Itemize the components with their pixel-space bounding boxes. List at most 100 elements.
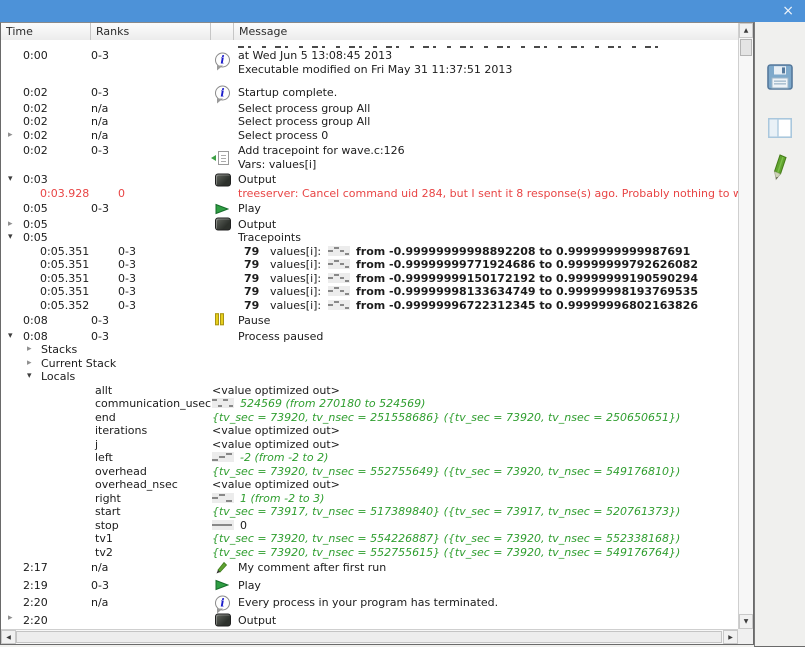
- log-row[interactable]: 0:02n/aSelect process group All: [1, 102, 738, 116]
- scroll-left-icon[interactable]: ◀: [1, 630, 16, 644]
- local-variable-value: -2 (from -2 to 2): [212, 451, 738, 465]
- output-icon: [215, 173, 231, 186]
- log-row[interactable]: 2:190-3Play: [1, 577, 738, 595]
- sparkline-icon: [328, 286, 350, 296]
- log-row[interactable]: 0:05.3510-379values[i]:from -0.999999981…: [1, 285, 738, 299]
- log-row[interactable]: 0:080-3Pause: [1, 312, 738, 330]
- logbook-window: × Time Ranks Message 0:000-3iat Wed Jun …: [0, 0, 805, 647]
- add-comment-button[interactable]: [771, 154, 789, 184]
- panel-view-button[interactable]: [768, 118, 792, 141]
- log-row[interactable]: 2:17n/aMy comment after first run: [1, 559, 738, 577]
- ranks-cell: 0-3: [118, 245, 136, 259]
- info-icon: i: [215, 52, 230, 67]
- vertical-scrollbar-thumb[interactable]: [740, 39, 752, 56]
- log-row[interactable]: 2:20n/aiEvery process in your program ha…: [1, 594, 738, 612]
- close-icon[interactable]: ×: [782, 2, 794, 20]
- log-row[interactable]: 0:05.3520-379values[i]:from -0.999999967…: [1, 299, 738, 313]
- local-variable-value: 524569 (from 270180 to 524569): [212, 397, 738, 411]
- message-cell: Output: [238, 614, 738, 628]
- message-cell: Tracepoints: [238, 231, 738, 245]
- message-cell: Select process group All: [238, 115, 738, 129]
- local-variable-value: 0: [212, 519, 738, 533]
- ranks-cell: 0-3: [91, 314, 109, 328]
- local-variable-row[interactable]: start{tv_sec = 73917, tv_nsec = 51738984…: [1, 505, 738, 519]
- comment-pencil-icon: [215, 561, 228, 575]
- expander-expanded-icon[interactable]: ▾: [8, 173, 13, 186]
- tree-node-row[interactable]: ▾ Locals: [1, 370, 738, 384]
- local-variable-row[interactable]: overhead_nsec<value optimized out>: [1, 478, 738, 492]
- local-variable-row[interactable]: stop0: [1, 519, 738, 533]
- scroll-down-icon[interactable]: ▼: [739, 614, 753, 629]
- local-variable-row[interactable]: overhead{tv_sec = 73920, tv_nsec = 55275…: [1, 465, 738, 479]
- log-row[interactable]: ▸0:02n/aSelect process 0: [1, 129, 738, 143]
- expander-collapsed-icon[interactable]: ▸: [27, 357, 32, 370]
- log-row[interactable]: ▾0:080-3Process paused: [1, 330, 738, 344]
- info-icon: i: [215, 85, 230, 100]
- local-variable-row[interactable]: right1 (from -2 to 3): [1, 492, 738, 506]
- local-variable-name: overhead_nsec: [95, 478, 178, 492]
- column-header-ranks[interactable]: Ranks: [91, 23, 211, 40]
- log-row[interactable]: 0:050-3Play: [1, 200, 738, 218]
- message-cell: 79values[i]:from -0.99999999771924686 to…: [244, 258, 738, 272]
- log-row[interactable]: ▸0:05Output: [1, 218, 738, 232]
- local-variable-row[interactable]: tv2{tv_sec = 73920, tv_nsec = 552755615}…: [1, 546, 738, 560]
- message-cell: 79values[i]:from -0.99999999150172192 to…: [244, 272, 738, 286]
- message-cell: Add tracepoint for wave.c:126Vars: value…: [238, 144, 738, 171]
- tree-node-row[interactable]: ▸Stacks: [1, 343, 738, 357]
- log-row[interactable]: 0:05.3510-379values[i]:from -0.999999991…: [1, 272, 738, 286]
- log-row[interactable]: 0:05.3510-379values[i]:from -0.999999999…: [1, 245, 738, 259]
- expander-collapsed-icon[interactable]: ▸: [27, 343, 32, 356]
- vertical-scrollbar[interactable]: ▲ ▼: [738, 23, 753, 629]
- save-log-button[interactable]: [767, 64, 793, 93]
- expander-collapsed-icon[interactable]: ▸: [8, 218, 13, 231]
- message-cell: Output: [238, 173, 738, 187]
- horizontal-scrollbar-thumb[interactable]: [16, 631, 722, 643]
- log-row[interactable]: 0:020-3iStartup complete.: [1, 84, 738, 102]
- tree-label: Locals: [41, 370, 738, 384]
- local-variable-row[interactable]: allt<value optimized out>: [1, 384, 738, 398]
- expander-collapsed-icon[interactable]: ▸: [8, 612, 13, 625]
- tree-node-row[interactable]: ▸Current Stack: [1, 357, 738, 371]
- scroll-up-icon[interactable]: ▲: [739, 23, 753, 38]
- time-cell: 0:03: [23, 173, 48, 187]
- log-row[interactable]: ▸2:20Output: [1, 612, 738, 630]
- local-variable-row[interactable]: communication_usec524569 (from 270180 to…: [1, 397, 738, 411]
- ranks-cell: 0-3: [91, 330, 109, 344]
- local-variable-name: overhead: [95, 465, 147, 479]
- ranks-cell: n/a: [91, 561, 108, 575]
- log-row[interactable]: 0:020-3Add tracepoint for wave.c:126Vars…: [1, 142, 738, 173]
- local-variable-name: communication_usec: [95, 397, 211, 411]
- local-variable-row[interactable]: tv1{tv_sec = 73920, tv_nsec = 554226887}…: [1, 532, 738, 546]
- time-cell: 0:00: [23, 49, 48, 63]
- expander-expanded-icon[interactable]: ▾: [27, 370, 32, 383]
- expander-expanded-icon[interactable]: ▾: [8, 330, 13, 343]
- column-header-message[interactable]: Message: [234, 23, 753, 40]
- local-variable-name: j: [95, 438, 98, 452]
- log-row[interactable]: ▾ 0:03 Output: [1, 173, 738, 187]
- column-header-icon-spacer[interactable]: [211, 23, 234, 40]
- titlebar[interactable]: ×: [0, 0, 805, 22]
- message-cell: at Wed Jun 5 13:08:45 2013Executable mod…: [238, 43, 738, 76]
- scroll-right-icon[interactable]: ▶: [723, 630, 738, 644]
- expander-expanded-icon[interactable]: ▾: [8, 231, 13, 244]
- local-variable-row[interactable]: j<value optimized out>: [1, 438, 738, 452]
- local-variable-row[interactable]: left-2 (from -2 to 2): [1, 451, 738, 465]
- log-row[interactable]: 0:05.3510-379values[i]:from -0.999999997…: [1, 258, 738, 272]
- log-row[interactable]: ▾0:05Tracepoints: [1, 231, 738, 245]
- log-row[interactable]: 0:02n/aSelect process group All: [1, 115, 738, 129]
- horizontal-scrollbar[interactable]: ◀ ▶: [1, 629, 738, 644]
- log-panel: Time Ranks Message 0:000-3iat Wed Jun 5 …: [0, 22, 754, 645]
- sparkline-icon: [212, 520, 234, 530]
- sparkline-icon: [328, 273, 350, 283]
- local-variable-row[interactable]: iterations<value optimized out>: [1, 424, 738, 438]
- log-row[interactable]: 0:03.9280treeserver: Cancel command uid …: [1, 187, 738, 201]
- message-cell: Process paused: [238, 330, 738, 344]
- column-header-time[interactable]: Time: [1, 23, 91, 40]
- play-icon: [215, 202, 229, 215]
- time-cell: 0:02: [23, 129, 48, 143]
- ranks-cell: 0-3: [118, 258, 136, 272]
- expander-collapsed-icon[interactable]: ▸: [8, 129, 13, 142]
- local-variable-row[interactable]: end{tv_sec = 73920, tv_nsec = 251558686}…: [1, 411, 738, 425]
- time-cell: 0:05.352: [40, 299, 89, 313]
- log-row[interactable]: 0:000-3iat Wed Jun 5 13:08:45 2013Execut…: [1, 41, 738, 78]
